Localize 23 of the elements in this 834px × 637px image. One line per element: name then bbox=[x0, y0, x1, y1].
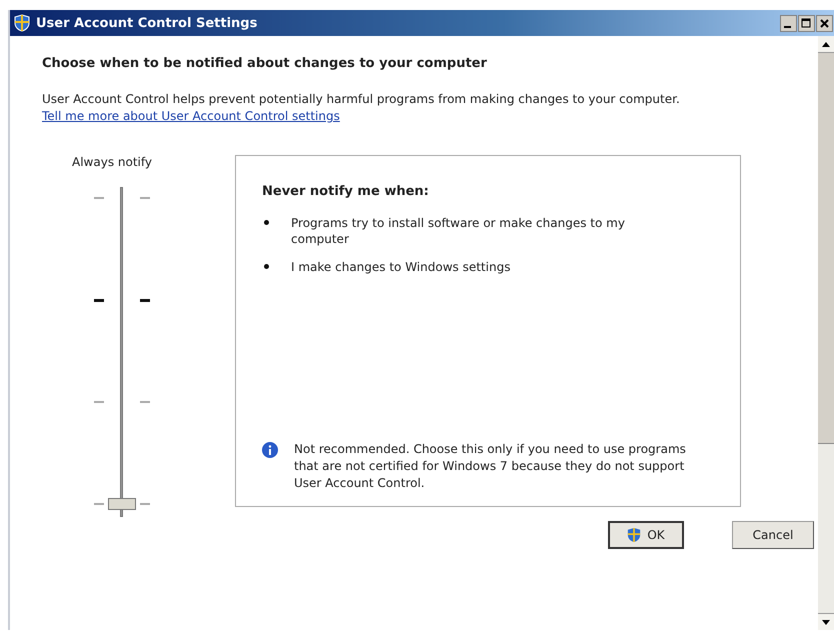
up-arrow-icon[interactable] bbox=[822, 42, 830, 46]
slider-label: Always notify bbox=[72, 155, 152, 169]
bullet-icon bbox=[264, 264, 269, 269]
close-icon[interactable] bbox=[816, 14, 833, 32]
scrollbar[interactable] bbox=[818, 36, 834, 630]
info-icon bbox=[262, 442, 278, 458]
cancel-button[interactable]: Cancel bbox=[732, 521, 814, 549]
warning-note: Not recommended. Choose this only if you need to use programs that are not certified for Windows 7 because they do not support User Account Control. bbox=[294, 441, 687, 492]
down-arrow-icon[interactable] bbox=[822, 620, 830, 624]
ok-button[interactable]: OK bbox=[608, 521, 684, 549]
bullet-text: Programs try to install software or make changes to my computer bbox=[291, 215, 626, 247]
slider-thumb[interactable] bbox=[108, 498, 136, 510]
help-link[interactable]: Tell me more about User Account Control settings bbox=[42, 108, 340, 125]
shield-icon bbox=[14, 14, 30, 32]
description: User Account Control helps prevent potentially harmful programs from making changes to your computer. bbox=[42, 91, 681, 108]
window-title: User Account Control Settings bbox=[36, 16, 258, 30]
bullet-text: I make changes to Windows settings bbox=[291, 259, 510, 275]
minimize-icon[interactable] bbox=[780, 14, 797, 32]
panel-title: Never notify me when: bbox=[262, 184, 430, 199]
shield-icon bbox=[627, 527, 642, 543]
maximize-icon[interactable] bbox=[798, 14, 815, 32]
bullet-icon bbox=[264, 220, 269, 225]
heading: Choose when to be notified about changes to your computer bbox=[42, 56, 488, 71]
